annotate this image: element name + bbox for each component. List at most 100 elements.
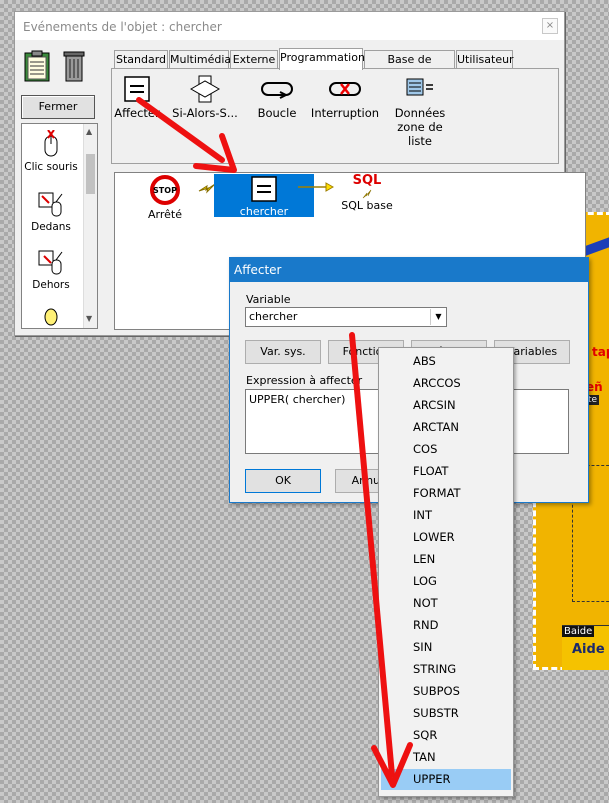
menu-item-label: SIN <box>413 640 433 654</box>
dialog-titlebar[interactable]: Affecter <box>230 258 588 282</box>
scroll-up-icon[interactable]: ▲ <box>86 127 92 136</box>
event-item-more[interactable] <box>22 308 80 329</box>
tab-programmation[interactable]: Programmation <box>279 48 365 70</box>
menu-item-cos[interactable]: COS <box>381 439 511 460</box>
event-list: Clic souris Dedans Dehors ▲ ▼ <box>21 123 98 329</box>
tool-affecter[interactable]: Affecter <box>112 75 162 120</box>
menu-item-label: ARCTAN <box>413 420 459 434</box>
menu-item-substr[interactable]: SUBSTR <box>381 703 511 724</box>
event-label: Clic souris <box>24 161 78 173</box>
expression-label: Expression à affecter <box>246 374 363 387</box>
menu-item-format[interactable]: FORMAT <box>381 483 511 504</box>
list-data-icon <box>406 78 433 96</box>
event-item-dedans[interactable]: Dedans <box>22 190 80 233</box>
tool-donnees-zone-de-liste[interactable]: Données zone de liste <box>384 75 456 148</box>
variable-select[interactable]: chercher ▼ <box>245 307 447 327</box>
assign-icon <box>251 176 277 202</box>
menu-item-log[interactable]: LOG <box>381 571 511 592</box>
menu-item-label: LOG <box>413 574 437 588</box>
flow-node-chercher[interactable]: chercher <box>214 174 314 218</box>
tool-label: Si-Alors-S... <box>172 106 238 120</box>
scrollbar-thumb[interactable] <box>86 154 95 194</box>
chevron-down-icon[interactable]: ▼ <box>430 309 446 325</box>
stop-sign-icon: STOP <box>150 175 180 205</box>
event-list-scrollbar[interactable]: ▲ ▼ <box>83 124 97 328</box>
stop-sign-text: STOP <box>153 186 177 195</box>
variable-label: Variable <box>246 293 291 306</box>
var-sys-button[interactable]: Var. sys. <box>245 340 321 364</box>
baide-label: Baide <box>562 626 595 637</box>
menu-item-int[interactable]: INT <box>381 505 511 526</box>
tab-externe[interactable]: Externe <box>230 50 278 69</box>
close-button[interactable]: × <box>542 18 558 34</box>
menu-item-label: FLOAT <box>413 464 449 478</box>
menu-item-label: FORMAT <box>413 486 461 500</box>
menu-item-len[interactable]: LEN <box>381 549 511 570</box>
tab-base-de-donnees[interactable]: Base de données <box>364 50 455 83</box>
tab-standard[interactable]: Standard <box>114 50 168 69</box>
menu-item-tan[interactable]: TAN <box>381 747 511 768</box>
tab-multimedia[interactable]: Multimédia <box>169 50 231 69</box>
menu-item-arccos[interactable]: ARCCOS <box>381 373 511 394</box>
tool-label: Interruption <box>310 106 380 120</box>
assign-icon <box>124 76 150 102</box>
loop-icon <box>261 82 293 99</box>
menu-item-label: LOWER <box>413 530 455 544</box>
menu-item-upper[interactable]: UPPER <box>381 769 511 790</box>
fermer-button[interactable]: Fermer <box>21 95 95 119</box>
menu-item-not[interactable]: NOT <box>381 593 511 614</box>
mouse-click-icon <box>44 129 58 157</box>
menu-item-label: INT <box>413 508 433 522</box>
menu-item-lower[interactable]: LOWER <box>381 527 511 548</box>
ok-button[interactable]: OK <box>245 469 321 493</box>
scroll-down-icon[interactable]: ▼ <box>86 314 92 323</box>
events-window-title: Evénements de l'objet : chercher <box>23 20 222 34</box>
menu-item-label: RND <box>413 618 439 632</box>
trash-icon[interactable] <box>63 50 85 85</box>
event-label: Dedans <box>31 221 71 233</box>
flow-node-label: chercher <box>239 205 289 218</box>
menu-item-subpos[interactable]: SUBPOS <box>381 681 511 702</box>
event-item-dehors[interactable]: Dehors <box>22 248 80 291</box>
menu-item-label: SQR <box>413 728 438 742</box>
menu-item-label: STRING <box>413 662 457 676</box>
event-label: Dehors <box>32 279 70 291</box>
tool-interruption[interactable]: Interruption <box>310 75 380 120</box>
aide-button[interactable]: Aide <box>572 642 605 657</box>
flow-sql-node[interactable]: SQL SQL base <box>337 173 397 212</box>
flow-sql-label: SQL base <box>341 199 393 212</box>
mouse-in-icon <box>38 192 63 217</box>
events-window-titlebar[interactable]: Evénements de l'objet : chercher × <box>15 12 564 40</box>
tab-utilisateur[interactable]: Utilisateur <box>456 50 514 69</box>
menu-item-label: TAN <box>413 750 436 764</box>
interrupt-icon <box>329 82 361 96</box>
event-item-clic-souris[interactable]: Clic souris <box>22 129 80 173</box>
variable-value: chercher <box>249 310 298 323</box>
menu-item-label: ARCSIN <box>413 398 456 412</box>
menu-item-arctan[interactable]: ARCTAN <box>381 417 511 438</box>
menu-item-sin[interactable]: SIN <box>381 637 511 658</box>
function-menu: ABS ARCCOS ARCSIN ARCTAN COS FLOAT FORMA… <box>378 347 514 797</box>
clipboard-icon[interactable] <box>24 50 50 85</box>
menu-item-float[interactable]: FLOAT <box>381 461 511 482</box>
menu-item-label: SUBSTR <box>413 706 459 720</box>
flow-arrow-icon <box>298 182 335 195</box>
menu-item-string[interactable]: STRING <box>381 659 511 680</box>
menu-item-sqr[interactable]: SQR <box>381 725 511 746</box>
menu-item-label: ABS <box>413 354 436 368</box>
tool-boucle[interactable]: Boucle <box>252 75 302 120</box>
menu-item-arcsin[interactable]: ARCSIN <box>381 395 511 416</box>
flow-stop-node[interactable]: STOP Arrêté <box>145 175 185 221</box>
mouse-out-icon <box>38 250 63 275</box>
tool-label: Affecter <box>114 106 160 120</box>
tool-si-alors-sinon[interactable]: Si-Alors-S... <box>170 75 240 120</box>
menu-item-abs[interactable]: ABS <box>381 351 511 372</box>
dialog-title: Affecter <box>234 263 282 277</box>
menu-item-label: ARCCOS <box>413 376 461 390</box>
menu-item-label: SUBPOS <box>413 684 460 698</box>
menu-item-label: NOT <box>413 596 438 610</box>
sql-icon: SQL <box>352 173 382 188</box>
poster-help-panel: Baide Aide <box>562 625 609 670</box>
tool-label: Données zone de liste <box>394 106 446 148</box>
menu-item-rnd[interactable]: RND <box>381 615 511 636</box>
